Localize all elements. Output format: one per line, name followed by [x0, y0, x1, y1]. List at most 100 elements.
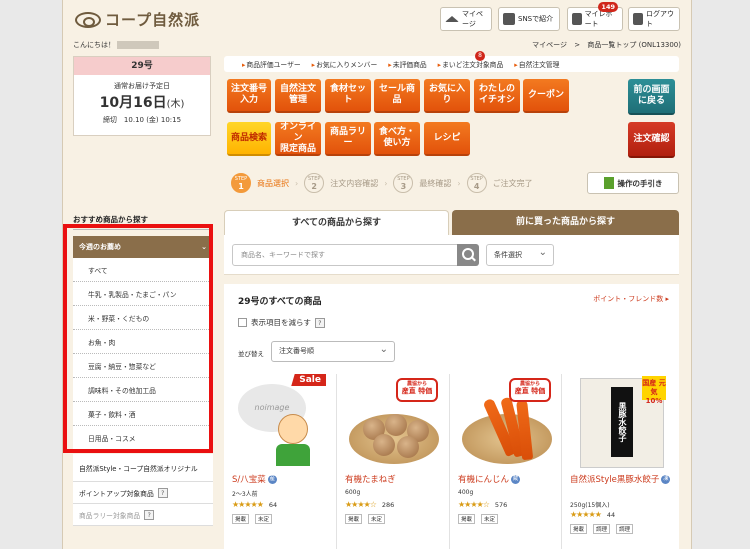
product-tags: 掲載 未定	[458, 514, 499, 524]
help-icon[interactable]: ?	[144, 509, 155, 520]
step-1-label: 商品選択	[257, 178, 289, 188]
order-number-input-button[interactable]: 注文番号 入力	[227, 79, 271, 113]
step-3-label: 最終確認	[419, 178, 452, 188]
product-name[interactable]: 有機たまねぎ	[345, 475, 445, 486]
sidebar-link-original[interactable]: 自然派Style・コープ自然派オリジナル	[73, 454, 213, 482]
delivery-date: 10月16日(木)	[74, 92, 210, 112]
unrated-badge: 8	[475, 51, 485, 61]
tag: 掲載	[458, 514, 476, 524]
badge-main-text: 産直 特価	[514, 387, 546, 395]
product-image[interactable]: 農協から 産直 特価	[341, 374, 445, 469]
manual-label: 操作の手引き	[617, 178, 663, 188]
product-name[interactable]: S/八宝菜産	[232, 475, 332, 486]
chevron-right-icon: ›	[457, 178, 461, 188]
breadcrumb-current: 商品一覧トップ (ONL13300)	[587, 41, 681, 49]
highlight-frame	[63, 224, 213, 453]
search-input[interactable]: 商品名、キーワードで探す	[232, 244, 458, 266]
badge-top-text: 国産 元気	[642, 379, 666, 396]
coupon-button[interactable]: クーポン	[523, 79, 569, 113]
search-icon[interactable]	[457, 244, 479, 266]
delivery-label: 通常お届け予定日	[114, 82, 170, 90]
product-card[interactable]: 農協から 産直 特価 有機にんじん蔵 400g ★★★★☆ 576 掲載 未定	[449, 374, 561, 549]
product-image[interactable]: noimage Sale	[228, 374, 332, 469]
sidebar-link-pointup[interactable]: ポイントアップ対象商品?	[73, 482, 213, 504]
rating-stars: ★★★★★ 44	[570, 510, 615, 519]
product-rally-button[interactable]: 商品ラリー	[325, 122, 371, 156]
product-image[interactable]: 農協から 産直 特価	[454, 374, 558, 469]
book-icon	[603, 177, 614, 189]
review-count: 44	[606, 511, 616, 519]
lock-icon	[633, 13, 643, 25]
nav-link-favorite-members[interactable]: お気に入りメンバー	[312, 59, 377, 69]
product-card[interactable]: noimage Sale S/八宝菜産 2〜3人前 ★★★★★ 64 掲載 未定	[224, 374, 336, 549]
confirm-order-button[interactable]: 注文確認	[628, 122, 675, 158]
order-steps: STEP 1 商品選択 › STEP 2 注文内容確認 › STEP 3 最終確認 ›…	[231, 173, 533, 193]
my-pick-button[interactable]: わたしの イチオシ	[474, 79, 520, 113]
product-card[interactable]: 農協から 産直 特価 有機たまねぎ 600g ★★★★☆ 286 掲載 未定	[336, 374, 448, 549]
greeting-text: こんにちは！	[73, 41, 115, 49]
points-link-label: ポイント・フレンド数	[593, 295, 664, 303]
help-icon[interactable]: ?	[314, 317, 325, 328]
manual-button[interactable]: 操作の手引き	[587, 172, 679, 194]
star-icons: ★★★★★	[232, 500, 264, 509]
product-spec: 2〜3人前	[232, 491, 258, 498]
nav-link-maido[interactable]: まいど注文対象商品	[438, 59, 503, 69]
tab-purchased-products[interactable]: 前に買った商品から探す	[452, 210, 679, 235]
auto-order-manage-button[interactable]: 自然注文 管理	[275, 79, 321, 113]
product-name[interactable]: 自然派Style黒豚水餃子凍	[570, 475, 674, 486]
myreport-badge: 149	[598, 2, 618, 12]
condition-select[interactable]: 条件選択	[486, 243, 554, 266]
product-card[interactable]: 黒豚水餃子 国産 元気 10% 自然派Style黒豚水餃子凍 250g(15個入)…	[561, 374, 679, 549]
mascot-body	[276, 444, 310, 466]
breadcrumb-mypage[interactable]: マイページ	[532, 41, 567, 49]
step-num: 3	[400, 182, 407, 191]
product-spec: 250g(15個入)	[570, 502, 610, 509]
reduce-items-toggle[interactable]: 表示項目を減らす?	[238, 317, 325, 328]
recipe-button[interactable]: レシピ	[424, 122, 470, 156]
myreport-button[interactable]: マイレポート 149	[567, 2, 623, 31]
sanchoku-tokka-badge: 農協から 産直 特価	[396, 378, 438, 402]
onion	[397, 436, 419, 458]
step-2-label: 注文内容確認	[330, 178, 379, 188]
logo[interactable]: コープ自然派	[75, 9, 200, 30]
report-icon	[572, 13, 582, 25]
step-num: 4	[473, 182, 480, 191]
chevron-right-icon: ›	[384, 178, 388, 188]
step-num: 1	[238, 182, 244, 191]
step-4-label: ご注文完了	[492, 178, 533, 188]
tag: 調理	[593, 524, 611, 534]
myreport-label: マイレポート	[584, 10, 613, 28]
how-to-eat-button[interactable]: 食べ方・ 使い方	[374, 122, 420, 156]
product-spec: 600g	[345, 489, 361, 496]
nav-link-rated-users[interactable]: 商品評価ユーザー	[242, 59, 300, 69]
reduce-items-checkbox[interactable]	[238, 318, 247, 327]
product-tags: 掲載 未定	[345, 514, 386, 524]
tag: 掲載	[232, 514, 250, 524]
sort-select[interactable]: 注文番号順	[271, 340, 395, 362]
sidebar-link-rally[interactable]: 商品ラリー対象商品?	[73, 504, 213, 526]
product-name[interactable]: 有機にんじん蔵	[458, 475, 558, 486]
sns-label: SNSで紹介	[518, 15, 554, 23]
product-search-button[interactable]: 商品検索	[227, 122, 271, 156]
sns-share-button[interactable]: SNSで紹介	[498, 7, 560, 31]
category-badge: 蔵	[511, 475, 521, 484]
sub-nav-links: 商品評価ユーザー お気に入りメンバー 未評価商品 まいど注文対象商品 自然注文管…	[224, 51, 679, 72]
tab-all-products[interactable]: すべての商品から探す	[224, 210, 449, 235]
back-button[interactable]: 前の画面 に戻る	[628, 79, 675, 115]
food-set-button[interactable]: 食材セット	[325, 79, 371, 113]
mypage-button[interactable]: マイページ	[440, 7, 492, 31]
points-link[interactable]: ポイント・フレンド数 ▸	[593, 294, 669, 304]
help-icon[interactable]: ?	[157, 487, 168, 498]
logout-button[interactable]: ログアウト	[628, 7, 680, 31]
favorites-button[interactable]: お気に入り	[424, 79, 470, 113]
product-spec: 400g	[458, 489, 474, 496]
sale-items-button[interactable]: セール商品	[374, 79, 420, 113]
product-image[interactable]: 黒豚水餃子 国産 元気 10%	[566, 374, 670, 469]
product-tags: 掲載 未定	[232, 514, 273, 524]
tag: 未定	[255, 514, 273, 524]
envelope-icon	[503, 13, 515, 25]
review-count: 286	[381, 501, 395, 509]
nav-link-auto-order[interactable]: 自然注文管理	[514, 59, 560, 69]
online-limited-button[interactable]: オンライン 限定商品	[275, 122, 321, 156]
nav-link-unrated[interactable]: 未評価商品	[388, 59, 427, 69]
